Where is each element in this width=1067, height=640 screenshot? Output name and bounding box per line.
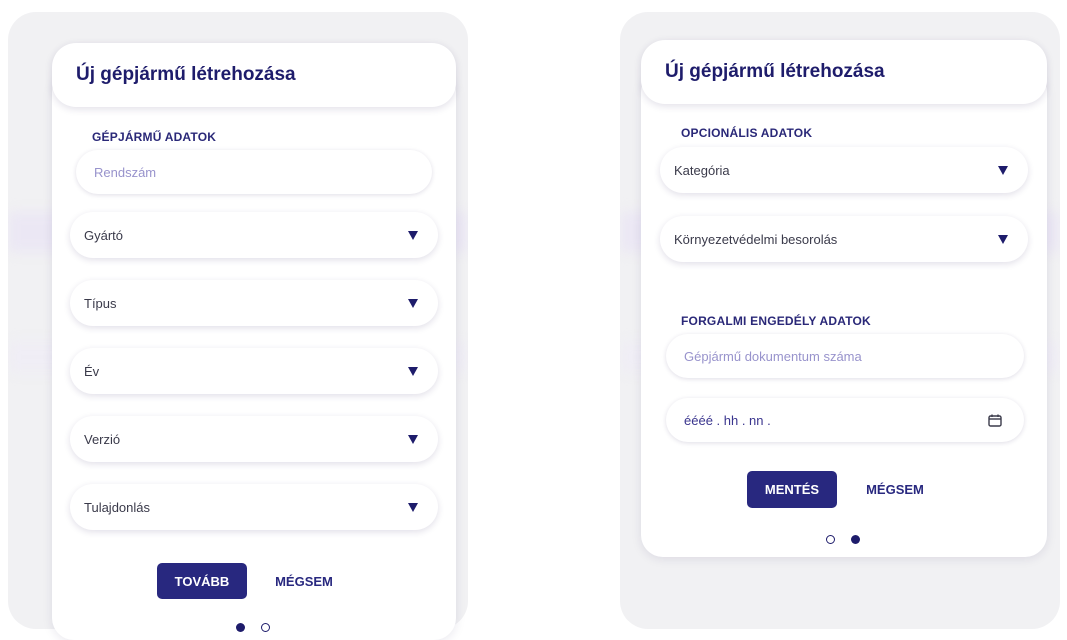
type-select[interactable]: Típus (70, 280, 438, 326)
right-header: Új gépjármű létrehozása (641, 40, 1047, 104)
license-data-section-title: FORGALMI ENGEDÉLY ADATOK (681, 314, 871, 328)
manufacturer-select[interactable]: Gyártó (70, 212, 438, 258)
next-button[interactable]: TOVÁBB (157, 563, 247, 599)
left-page-title: Új gépjármű létrehozása (76, 64, 296, 85)
calendar-icon[interactable] (988, 414, 1002, 427)
caret-down-icon (998, 234, 1008, 244)
type-label: Típus (84, 295, 117, 311)
date-placeholder: éééé . hh . nn . (684, 412, 771, 428)
page-dot-1[interactable] (236, 623, 245, 632)
manufacturer-label: Gyártó (84, 227, 124, 243)
caret-down-icon (408, 230, 418, 240)
emission-class-select[interactable]: Környezetvédelmi besorolás (660, 216, 1028, 262)
year-label: Év (84, 363, 100, 379)
category-label: Kategória (674, 162, 730, 178)
ownership-select[interactable]: Tulajdonlás (70, 484, 438, 530)
left-header: Új gépjármű létrehozása (52, 43, 456, 107)
page-dot-1[interactable] (826, 535, 835, 544)
caret-down-icon (998, 165, 1008, 175)
document-number-input[interactable]: Gépjármű dokumentum száma (666, 334, 1024, 378)
version-select[interactable]: Verzió (70, 416, 438, 462)
right-cancel-button[interactable]: MÉGSEM (853, 471, 937, 508)
caret-down-icon (408, 502, 418, 512)
optional-data-section-title: OPCIONÁLIS ADATOK (681, 126, 813, 140)
caret-down-icon (408, 298, 418, 308)
vehicle-data-section-title: GÉPJÁRMŰ ADATOK (92, 130, 217, 144)
left-cancel-button[interactable]: MÉGSEM (262, 563, 346, 599)
plate-number-input[interactable]: Rendszám (76, 150, 432, 194)
ownership-label: Tulajdonlás (84, 499, 151, 515)
page-dot-2[interactable] (851, 535, 860, 544)
page-dot-2[interactable] (261, 623, 270, 632)
caret-down-icon (408, 434, 418, 444)
category-select[interactable]: Kategória (660, 147, 1028, 193)
year-select[interactable]: Év (70, 348, 438, 394)
caret-down-icon (408, 366, 418, 376)
version-label: Verzió (84, 431, 121, 447)
emission-class-label: Környezetvédelmi besorolás (674, 231, 838, 247)
right-page-title: Új gépjármű létrehozása (665, 61, 885, 82)
date-input[interactable]: éééé . hh . nn . (666, 398, 1024, 442)
save-button[interactable]: MENTÉS (747, 471, 837, 508)
